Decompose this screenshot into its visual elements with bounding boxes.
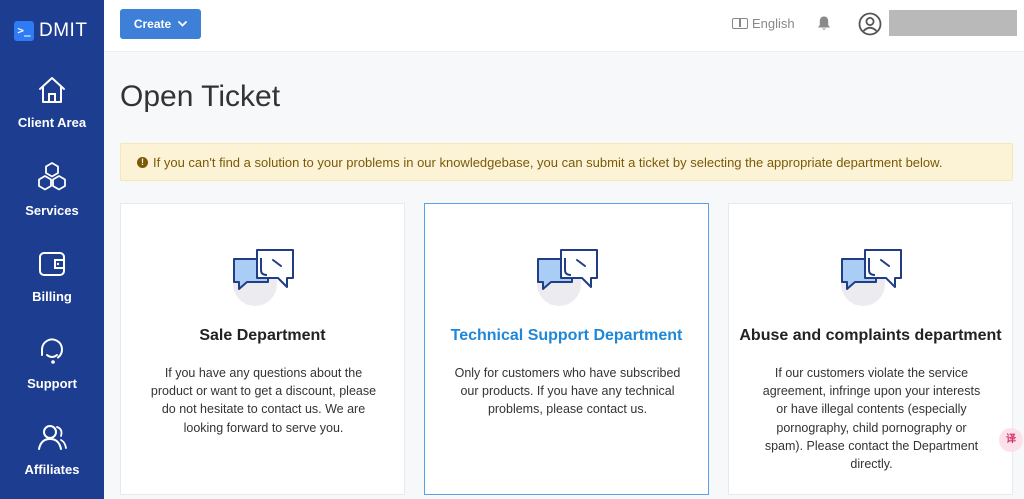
sidebar-item-label: Affiliates [24,462,80,477]
sidebar-item-label: Services [25,203,79,218]
cubes-icon [38,162,66,191]
chat-bubbles-icon [841,249,902,306]
home-icon [39,77,65,103]
sidebar-item-label: Billing [32,289,72,304]
language-selector[interactable]: English [732,16,795,31]
sidebar-item-support[interactable]: Support [0,335,104,391]
sidebar-item-label: Support [27,376,77,391]
page-title: Open Ticket [120,80,281,113]
users-icon [38,425,67,450]
support-icon [41,338,63,364]
sidebar-item-label: Client Area [17,115,87,130]
chat-bubbles-icon [537,249,598,306]
user-icon[interactable] [858,12,882,36]
translate-icon [732,18,748,29]
sidebar: >_ DMIT Client Area Services Billing Sup… [0,0,104,499]
department-card-technical-support[interactable]: Technical Support Department Only for cu… [424,203,709,495]
translate-widget-button[interactable]: 译 [999,428,1023,452]
exclamation-circle-icon: ! [137,156,148,168]
department-description: Only for customers who have subscribed o… [454,366,681,417]
department-title: Sale Department [199,327,326,344]
chevron-down-icon [178,21,188,27]
sidebar-item-affiliates[interactable]: Affiliates [0,421,104,477]
department-title: Technical Support Department [450,327,683,344]
create-button-label: Create [133,17,172,31]
create-button[interactable]: Create [120,9,201,39]
sidebar-item-client-area[interactable]: Client Area [0,74,104,130]
language-label: English [752,16,795,31]
top-bar: Create English [104,0,1024,52]
department-card-sale[interactable]: Sale Department If you have any question… [120,203,405,495]
bell-icon[interactable] [817,15,831,31]
alert-text: If you can't find a solution to your pro… [153,154,943,170]
department-title: Abuse and complaints department [739,327,1002,344]
department-description: If our customers violate the service agr… [762,366,981,472]
user-name-redacted[interactable] [889,10,1017,36]
wallet-icon [39,252,65,276]
chat-bubbles-icon [233,249,294,306]
terminal-logo-icon: >_ [14,21,34,41]
sidebar-item-services[interactable]: Services [0,160,104,218]
sidebar-item-billing[interactable]: Billing [0,248,104,304]
info-alert: ! If you can't find a solution to your p… [120,143,1013,181]
department-description: If you have any questions about the prod… [150,366,377,435]
brand-logo[interactable]: >_ DMIT [14,20,87,42]
department-card-abuse[interactable]: Abuse and complaints department If our c… [728,203,1013,495]
brand-name: DMIT [39,20,88,41]
